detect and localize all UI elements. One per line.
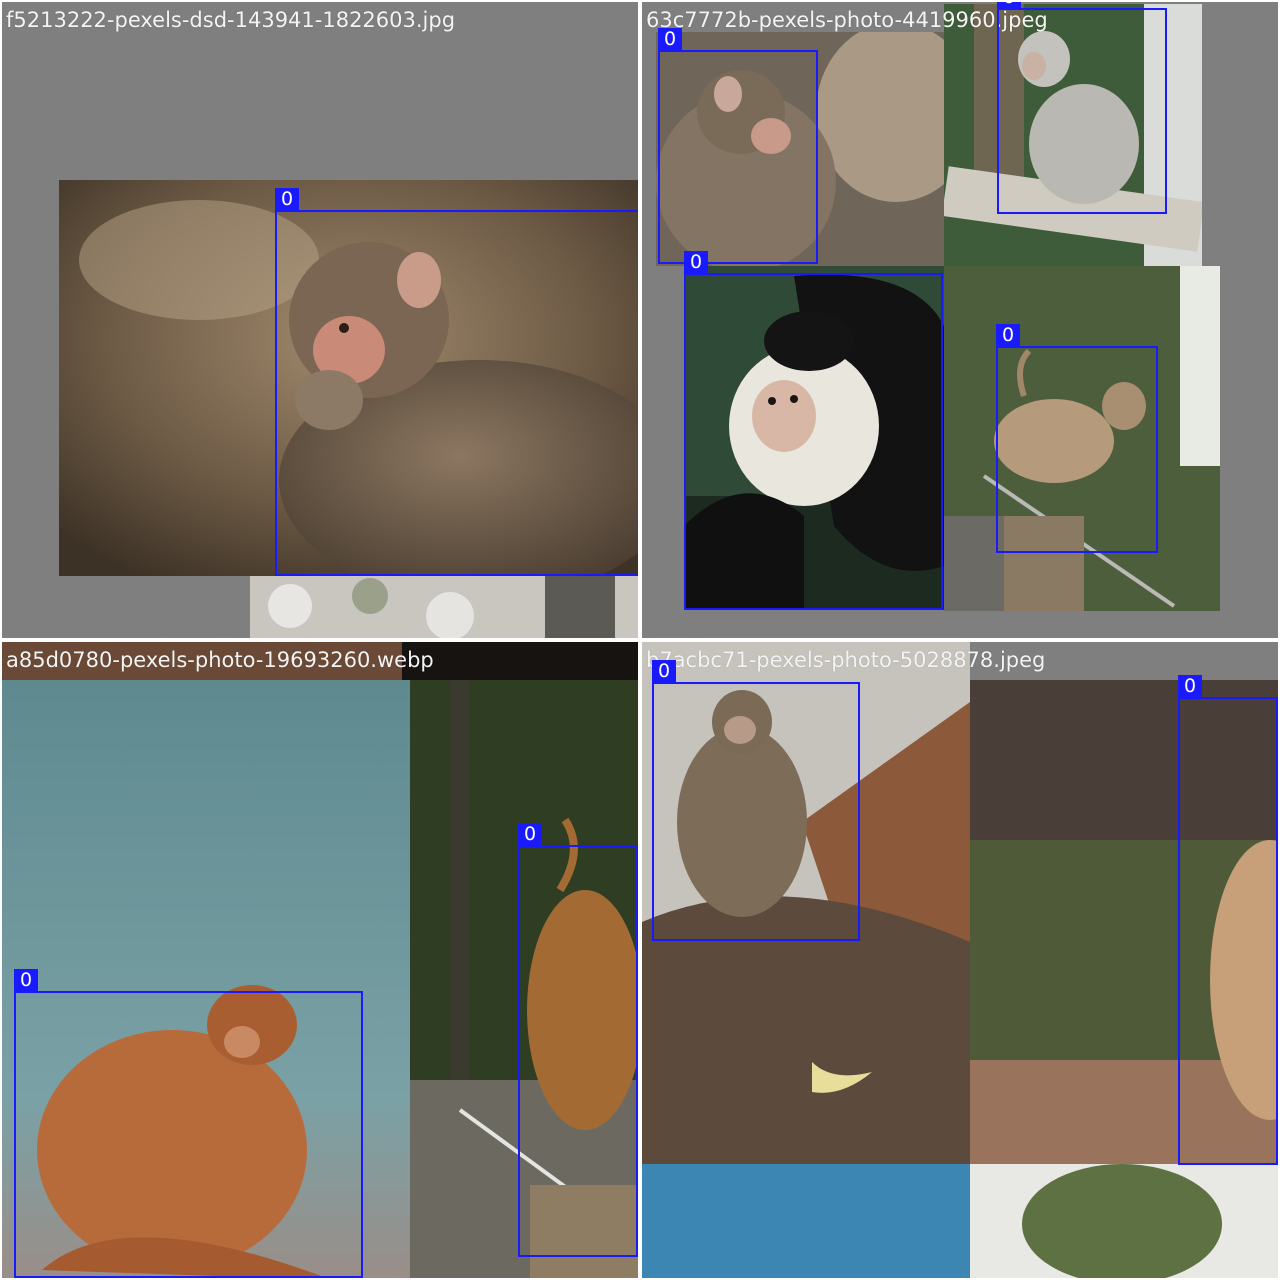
detection-class-label: 0: [684, 251, 708, 273]
detection-box: 0: [996, 324, 1158, 553]
detection-class-label: 0: [14, 969, 38, 991]
image-filename: 63c7772b-pexels-photo-4419960.jpeg: [646, 8, 1048, 32]
mosaic-tile-3: a85d0780-pexels-photo-19693260.webp 0 0: [2, 642, 638, 1278]
detection-box: 0: [518, 823, 638, 1257]
detection-box: 0: [997, 2, 1167, 214]
image-filename: a85d0780-pexels-photo-19693260.webp: [6, 648, 434, 672]
detection-class-label: 0: [518, 823, 542, 845]
detection-box: 0: [658, 28, 818, 264]
detection-box: 0: [14, 969, 363, 1278]
detection-box: 0: [684, 251, 943, 610]
detection-box: 0: [1178, 675, 1278, 1165]
image-filename: f5213222-pexels-dsd-143941-1822603.jpg: [6, 8, 456, 32]
photo-bottom-strip: [642, 1164, 1278, 1278]
detection-class-label: 0: [275, 188, 299, 210]
blurred-foliage-image: [250, 576, 638, 638]
detection-box: 0: [275, 188, 638, 576]
detection-class-label: 0: [658, 28, 682, 50]
detection-class-label: 0: [1178, 675, 1202, 697]
photo-bottom-strip: [250, 576, 638, 638]
detection-class-label: 0: [996, 324, 1020, 346]
mosaic-tile-2: 63c7772b-pexels-photo-4419960.jpeg 0 0 0…: [642, 2, 1278, 638]
mosaic-tile-1: f5213222-pexels-dsd-143941-1822603.jpg 0: [2, 2, 638, 638]
sky-and-trees-image: [642, 1164, 1278, 1278]
image-filename: b7acbc71-pexels-photo-5028878.jpeg: [646, 648, 1046, 672]
detection-class-label: 0: [997, 2, 1021, 8]
mosaic-tile-4: b7acbc71-pexels-photo-5028878.jpeg 0 0: [642, 642, 1278, 1278]
detection-box: 0: [652, 660, 860, 941]
detection-class-label: 0: [652, 660, 676, 682]
